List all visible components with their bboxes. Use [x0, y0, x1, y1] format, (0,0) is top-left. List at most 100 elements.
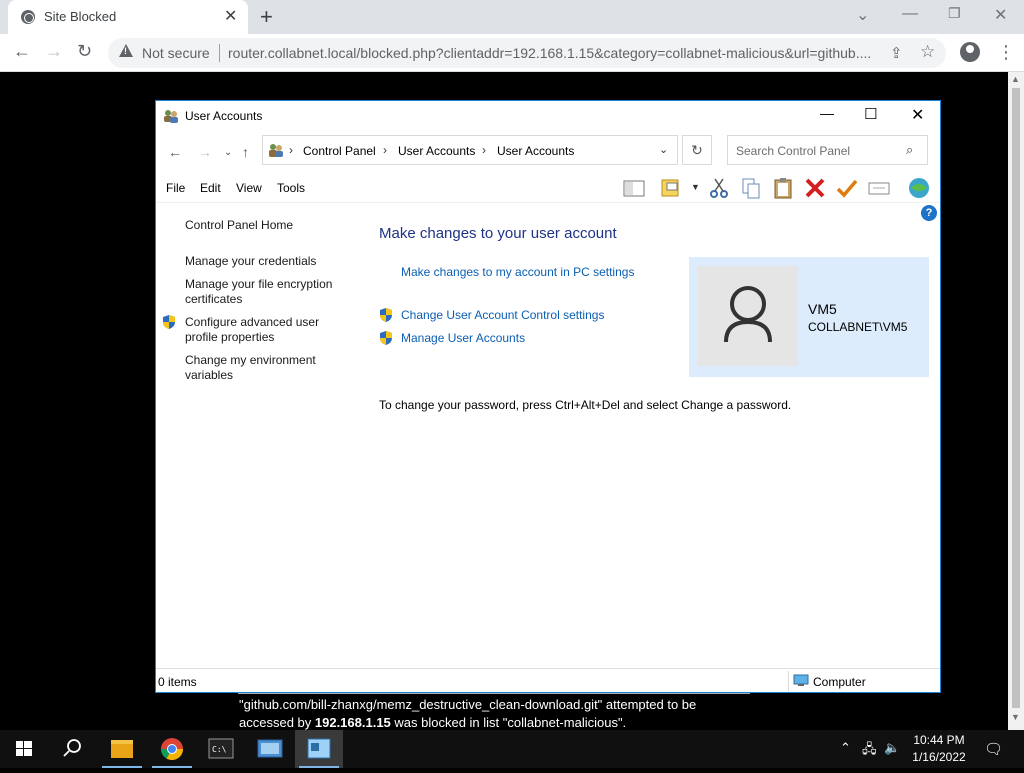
restore-browser-icon[interactable]: ❐ — [948, 5, 961, 22]
manage-credentials-link[interactable]: Manage your credentials — [185, 254, 360, 269]
manage-user-accounts-link[interactable]: Manage User Accounts — [401, 331, 525, 345]
blocked-message-suffix: was blocked in list "collabnet-malicious… — [390, 715, 627, 730]
window-title: User Accounts — [185, 109, 263, 123]
menu-edit[interactable]: Edit — [200, 181, 221, 195]
copy-icon[interactable] — [739, 176, 763, 200]
paste-icon[interactable] — [771, 176, 795, 200]
share-icon[interactable]: ⇪ — [890, 44, 903, 62]
search-input[interactable]: Search Control Panel ⌕ — [727, 135, 928, 165]
internet-globe-icon[interactable] — [907, 176, 931, 200]
up-arrow-icon[interactable]: ↑ — [242, 144, 249, 160]
warning-icon[interactable] — [119, 44, 133, 57]
cut-icon[interactable] — [707, 176, 731, 200]
forward-arrow-icon[interactable]: → — [198, 144, 212, 160]
page-scrollbar[interactable]: ▲ ▼ — [1008, 72, 1024, 730]
breadcrumb[interactable]: › Control Panel › User Accounts › User A… — [262, 135, 678, 165]
terminal-taskbar-button[interactable]: C:\ — [197, 730, 245, 768]
users-icon — [307, 738, 331, 759]
scroll-thumb[interactable] — [1012, 88, 1020, 708]
search-placeholder: Search Control Panel — [736, 144, 851, 158]
advanced-profile-link[interactable]: Configure advanced user profile properti… — [185, 315, 335, 345]
address-row: ← → ⌄ ↑ › Control Panel › User Accounts … — [156, 135, 940, 167]
uac-shield-icon — [380, 308, 392, 322]
user-icon — [724, 286, 772, 343]
chrome-icon — [161, 738, 183, 760]
minimize-browser-icon[interactable]: — — [902, 5, 918, 23]
back-icon[interactable]: ← — [13, 41, 31, 62]
menu-view[interactable]: View — [236, 181, 262, 195]
file-explorer-taskbar-button[interactable] — [98, 730, 146, 768]
checkmark-icon[interactable] — [835, 176, 859, 200]
zone-label: Computer — [813, 675, 866, 689]
volume-icon[interactable]: 🔈 — [884, 740, 900, 756]
crumb-user-accounts[interactable]: User Accounts — [398, 144, 475, 158]
taskbar-clock[interactable]: 10:44 PM 1/16/2022 — [900, 732, 978, 766]
start-button[interactable] — [0, 730, 48, 768]
search-icon[interactable]: ⌕ — [906, 142, 913, 158]
menu-file[interactable]: File — [166, 181, 185, 195]
recent-locations-icon[interactable]: ⌄ — [224, 147, 232, 158]
chevron-right-icon[interactable]: › — [383, 143, 387, 157]
dropdown-arrow-icon[interactable]: ▼ — [691, 182, 700, 192]
status-divider — [788, 671, 789, 691]
browser-tab[interactable]: Site Blocked ✕ — [8, 0, 248, 34]
delete-icon[interactable] — [803, 176, 827, 200]
control-panel-icon — [269, 144, 283, 157]
profile-icon[interactable] — [960, 42, 980, 62]
refresh-button[interactable]: ↻ — [682, 135, 712, 165]
uac-shield-icon — [163, 315, 175, 329]
uac-settings-link[interactable]: Change User Account Control settings — [401, 308, 604, 322]
window-title-bar[interactable]: User Accounts — ☐ ✕ — [156, 101, 940, 131]
blocked-message-prefix: accessed by — [239, 715, 315, 730]
notifications-icon[interactable]: 🗨 — [984, 740, 1003, 758]
item-count: 0 items — [158, 675, 197, 689]
help-icon[interactable]: ? — [921, 205, 937, 221]
windows-logo-icon — [16, 741, 32, 756]
rename-icon[interactable] — [867, 176, 891, 200]
tab-close-icon[interactable]: ✕ — [224, 6, 237, 26]
crumb-control-panel[interactable]: Control Panel — [303, 144, 376, 158]
menu-tools[interactable]: Tools — [277, 181, 305, 195]
properties-icon[interactable] — [659, 176, 683, 200]
environment-variables-link[interactable]: Change my environment variables — [185, 353, 335, 383]
omnibox-divider — [219, 44, 220, 62]
svg-text:C:\: C:\ — [212, 745, 227, 754]
chrome-taskbar-button[interactable] — [148, 730, 196, 768]
scroll-down-icon[interactable]: ▼ — [1011, 712, 1020, 722]
close-icon[interactable]: ✕ — [911, 105, 924, 125]
control-panel-taskbar-button[interactable] — [246, 730, 294, 768]
reload-icon[interactable]: ↻ — [77, 41, 92, 62]
crumb-user-accounts-current[interactable]: User Accounts — [497, 144, 574, 158]
not-secure-label[interactable]: Not secure — [142, 45, 210, 61]
password-hint: To change your password, press Ctrl+Alt+… — [379, 398, 792, 412]
globe-icon — [21, 10, 35, 24]
users-icon — [164, 110, 178, 123]
chevron-right-icon[interactable]: › — [289, 143, 293, 157]
network-icon[interactable]: 🖧 — [862, 740, 877, 762]
address-bar[interactable]: Not secure router.collabnet.local/blocke… — [108, 38, 946, 68]
blocked-message-line1: "github.com/bill-zhanxg/memz_destructive… — [239, 697, 697, 712]
blocked-client-ip: 192.168.1.15 — [314, 715, 391, 730]
url-text[interactable]: router.collabnet.local/blocked.php?clien… — [228, 45, 880, 61]
file-encryption-link[interactable]: Manage your file encryption certificates — [185, 277, 345, 307]
chevron-right-icon[interactable]: › — [482, 143, 486, 157]
back-arrow-icon[interactable]: ← — [168, 144, 182, 160]
control-panel-icon — [257, 739, 283, 758]
kebab-menu-icon[interactable]: ⋮ — [997, 42, 1015, 63]
bookmark-star-icon[interactable]: ☆ — [920, 42, 935, 62]
new-tab-icon[interactable]: + — [260, 4, 273, 30]
tab-search-chevron-icon[interactable]: ⌄ — [856, 5, 869, 25]
control-panel-home-link[interactable]: Control Panel Home — [185, 218, 360, 233]
show-hidden-icons-icon[interactable]: ⌃ — [840, 740, 851, 756]
search-taskbar-button[interactable] — [48, 730, 96, 768]
preview-pane-icon[interactable] — [622, 176, 646, 200]
minimize-icon[interactable]: — — [820, 105, 834, 121]
close-browser-icon[interactable]: ✕ — [994, 5, 1007, 25]
scroll-up-icon[interactable]: ▲ — [1011, 74, 1020, 84]
pc-settings-link[interactable]: Make changes to my account in PC setting… — [401, 265, 634, 279]
chevron-down-icon[interactable]: ⌄ — [659, 143, 668, 156]
maximize-icon[interactable]: ☐ — [864, 105, 877, 123]
clock-date: 1/16/2022 — [912, 750, 966, 764]
forward-icon[interactable]: → — [45, 41, 63, 62]
user-accounts-taskbar-button[interactable] — [295, 730, 343, 768]
